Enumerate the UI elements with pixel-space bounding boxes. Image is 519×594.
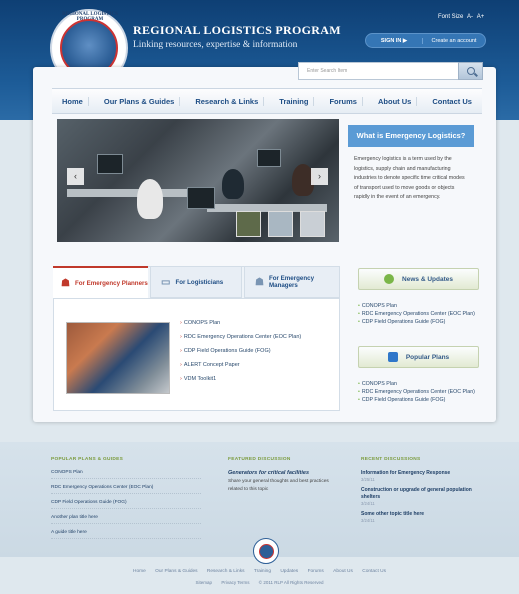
create-account-button[interactable]: Create an account <box>423 38 485 44</box>
nav-contact-us[interactable]: Contact Us <box>427 97 477 106</box>
footer-link[interactable]: A guide title here <box>51 530 201 539</box>
nav-forums[interactable]: Forums <box>324 96 363 106</box>
nav-training[interactable]: Training <box>274 96 315 106</box>
plans-icon <box>387 352 398 362</box>
nav-plans-guides[interactable]: Our Plans & Guides <box>99 96 181 106</box>
news-updates-header[interactable]: News & Updates <box>358 268 479 290</box>
footer-nav: Home Our Plans & Guides Research & Links… <box>0 569 519 574</box>
arrow-icon: › <box>180 362 182 368</box>
discussion-title[interactable]: Construction or upgrade of general popul… <box>361 487 476 501</box>
hero-slider-image <box>57 119 339 242</box>
list-item[interactable]: › CONOPS Plan <box>180 320 301 334</box>
arrow-icon: › <box>180 376 182 382</box>
list-item[interactable]: › VDM Toolkit1 <box>180 376 301 390</box>
popular-list: • CONOPS Plan • RDC Emergency Operations C… <box>358 380 478 404</box>
footer-bottom: Sitemap Privacy Terms © 2011 RLP All Rig… <box>0 580 519 585</box>
footer-link[interactable]: CDP Field Operations Guide (FOG) <box>51 500 201 509</box>
font-smaller-button[interactable]: A- <box>467 14 473 20</box>
font-size-control: Font Size A- A+ <box>436 14 484 20</box>
main-nav: Home Our Plans & Guides Research & Links… <box>52 88 482 114</box>
footer-link[interactable]: CONOPS Plan <box>51 470 201 479</box>
site-title: REGIONAL LOGISTICS PROGRAM <box>133 23 341 37</box>
popular-title: Popular Plans <box>405 353 450 361</box>
info-box-title: What is Emergency Logistics? <box>348 125 474 147</box>
footer-heading: RECENT DISCUSSIONS <box>361 457 421 462</box>
font-larger-button[interactable]: A+ <box>477 14 485 20</box>
info-box-text: Emergency logistics is a term used by th… <box>354 156 465 200</box>
slider-next-button[interactable]: › <box>311 168 328 185</box>
people-icon: ☗ <box>61 277 70 289</box>
sign-in-button[interactable]: SIGN IN ▶ <box>366 37 423 44</box>
footer-nav-link[interactable]: Updates <box>280 569 298 574</box>
discussion-title[interactable]: Information for Emergency Response <box>361 470 476 477</box>
footer-nav-link[interactable]: Our Plans & Guides <box>155 569 197 574</box>
tab-label: For Emergency Managers <box>268 275 315 289</box>
slider-thumbnail[interactable] <box>268 211 293 237</box>
nav-research-links[interactable]: Research & Links <box>190 96 265 106</box>
slider-prev-button[interactable]: ‹ <box>67 168 84 185</box>
footer-heading: FEATURED DISCUSSION <box>228 457 291 462</box>
featured-text: Share your general thoughts and best pra… <box>228 479 329 492</box>
footer-nav-link[interactable]: Contact Us <box>362 569 386 574</box>
copyright: © 2011 RLP All Rights Reserved <box>258 580 324 585</box>
news-title: News & Updates <box>402 275 453 283</box>
footer-nav-link[interactable]: Research & Links <box>207 569 245 574</box>
footer-link[interactable]: RDC Emergency Operations Center (EOC Pla… <box>51 485 201 494</box>
slider-thumbnail[interactable] <box>236 211 261 237</box>
auth-buttons: SIGN IN ▶ Create an account <box>365 33 486 48</box>
footer-popular-plans: POPULAR PLANS & GUIDES CONOPS Plan RDC E… <box>51 457 201 545</box>
news-list: • CONOPS Plan • RDC Emergency Operations C… <box>358 302 478 326</box>
tab-emergency-planners[interactable]: ☗ For Emergency Planners <box>53 266 148 298</box>
tab-emergency-managers[interactable]: ☗ For Emergency Managers <box>244 266 340 298</box>
footer-nav-link[interactable]: About Us <box>333 569 353 574</box>
list-item[interactable]: • CONOPS Plan <box>358 380 478 388</box>
tab-logisticians[interactable]: ▭ For Logisticians <box>150 266 242 298</box>
footer-featured-discussion: FEATURED DISCUSSION Generators for criti… <box>228 457 338 494</box>
arrow-icon: › <box>180 334 182 340</box>
site-tagline: Linking resources, expertise & informati… <box>133 40 298 50</box>
arrow-icon: › <box>180 320 182 326</box>
list-item[interactable]: › CDP Field Operations Guide (FOG) <box>180 348 301 362</box>
list-item[interactable]: • RDC Emergency Operations Center (EOC Pl… <box>358 310 478 318</box>
discussion-date: 3/24/11 <box>361 518 375 523</box>
list-item[interactable]: • RDC Emergency Operations Center (EOC Pl… <box>358 388 478 396</box>
list-item[interactable]: › ALERT Concept Paper <box>180 362 301 376</box>
search-input[interactable]: Enter Search Item <box>298 62 483 80</box>
footer-nav-link[interactable]: Training <box>254 569 271 574</box>
tab-label: For Emergency Planners <box>74 279 148 287</box>
font-size-label: Font Size <box>438 14 464 20</box>
arrow-icon: › <box>180 348 182 354</box>
footer-logo[interactable] <box>253 538 279 564</box>
footer-link[interactable]: Another plan title here <box>51 515 201 524</box>
sitemap-link[interactable]: Sitemap <box>196 580 213 585</box>
discussion-title[interactable]: Some other topic title here <box>361 511 476 518</box>
globe-icon <box>384 274 395 284</box>
search-button[interactable] <box>458 62 483 80</box>
list-item[interactable]: • CDP Field Operations Guide (FOG) <box>358 318 478 326</box>
footer-nav-link[interactable]: Forums <box>308 569 324 574</box>
popular-plans-header[interactable]: Popular Plans <box>358 346 479 368</box>
featured-title[interactable]: Generators for critical facilities <box>228 470 338 476</box>
tab-link-list: › CONOPS Plan › RDC Emergency Operations C… <box>180 320 301 390</box>
group-icon: ☗ <box>255 276 264 288</box>
privacy-link[interactable]: Privacy Terms <box>221 580 249 585</box>
list-item[interactable]: • CONOPS Plan <box>358 302 478 310</box>
footer-recent-discussions: RECENT DISCUSSIONS Information for Emerg… <box>361 457 476 528</box>
laptop-icon: ▭ <box>161 276 171 288</box>
slider-thumbnail[interactable] <box>300 211 325 237</box>
info-box: What is Emergency Logistics? Emergency l… <box>348 125 474 245</box>
list-item[interactable]: • CDP Field Operations Guide (FOG) <box>358 396 478 404</box>
tab-label: For Logisticians <box>175 278 224 286</box>
nav-about-us[interactable]: About Us <box>373 96 418 106</box>
footer-heading: POPULAR PLANS & GUIDES <box>51 457 124 462</box>
discussion-date: 3/25/11 <box>361 477 375 482</box>
nav-home[interactable]: Home <box>57 96 89 106</box>
footer-nav-link[interactable]: Home <box>133 569 146 574</box>
list-item[interactable]: › RDC Emergency Operations Center (EOC Pl… <box>180 334 301 348</box>
planners-photo <box>66 322 170 394</box>
discussion-date: 3/24/11 <box>361 501 375 506</box>
